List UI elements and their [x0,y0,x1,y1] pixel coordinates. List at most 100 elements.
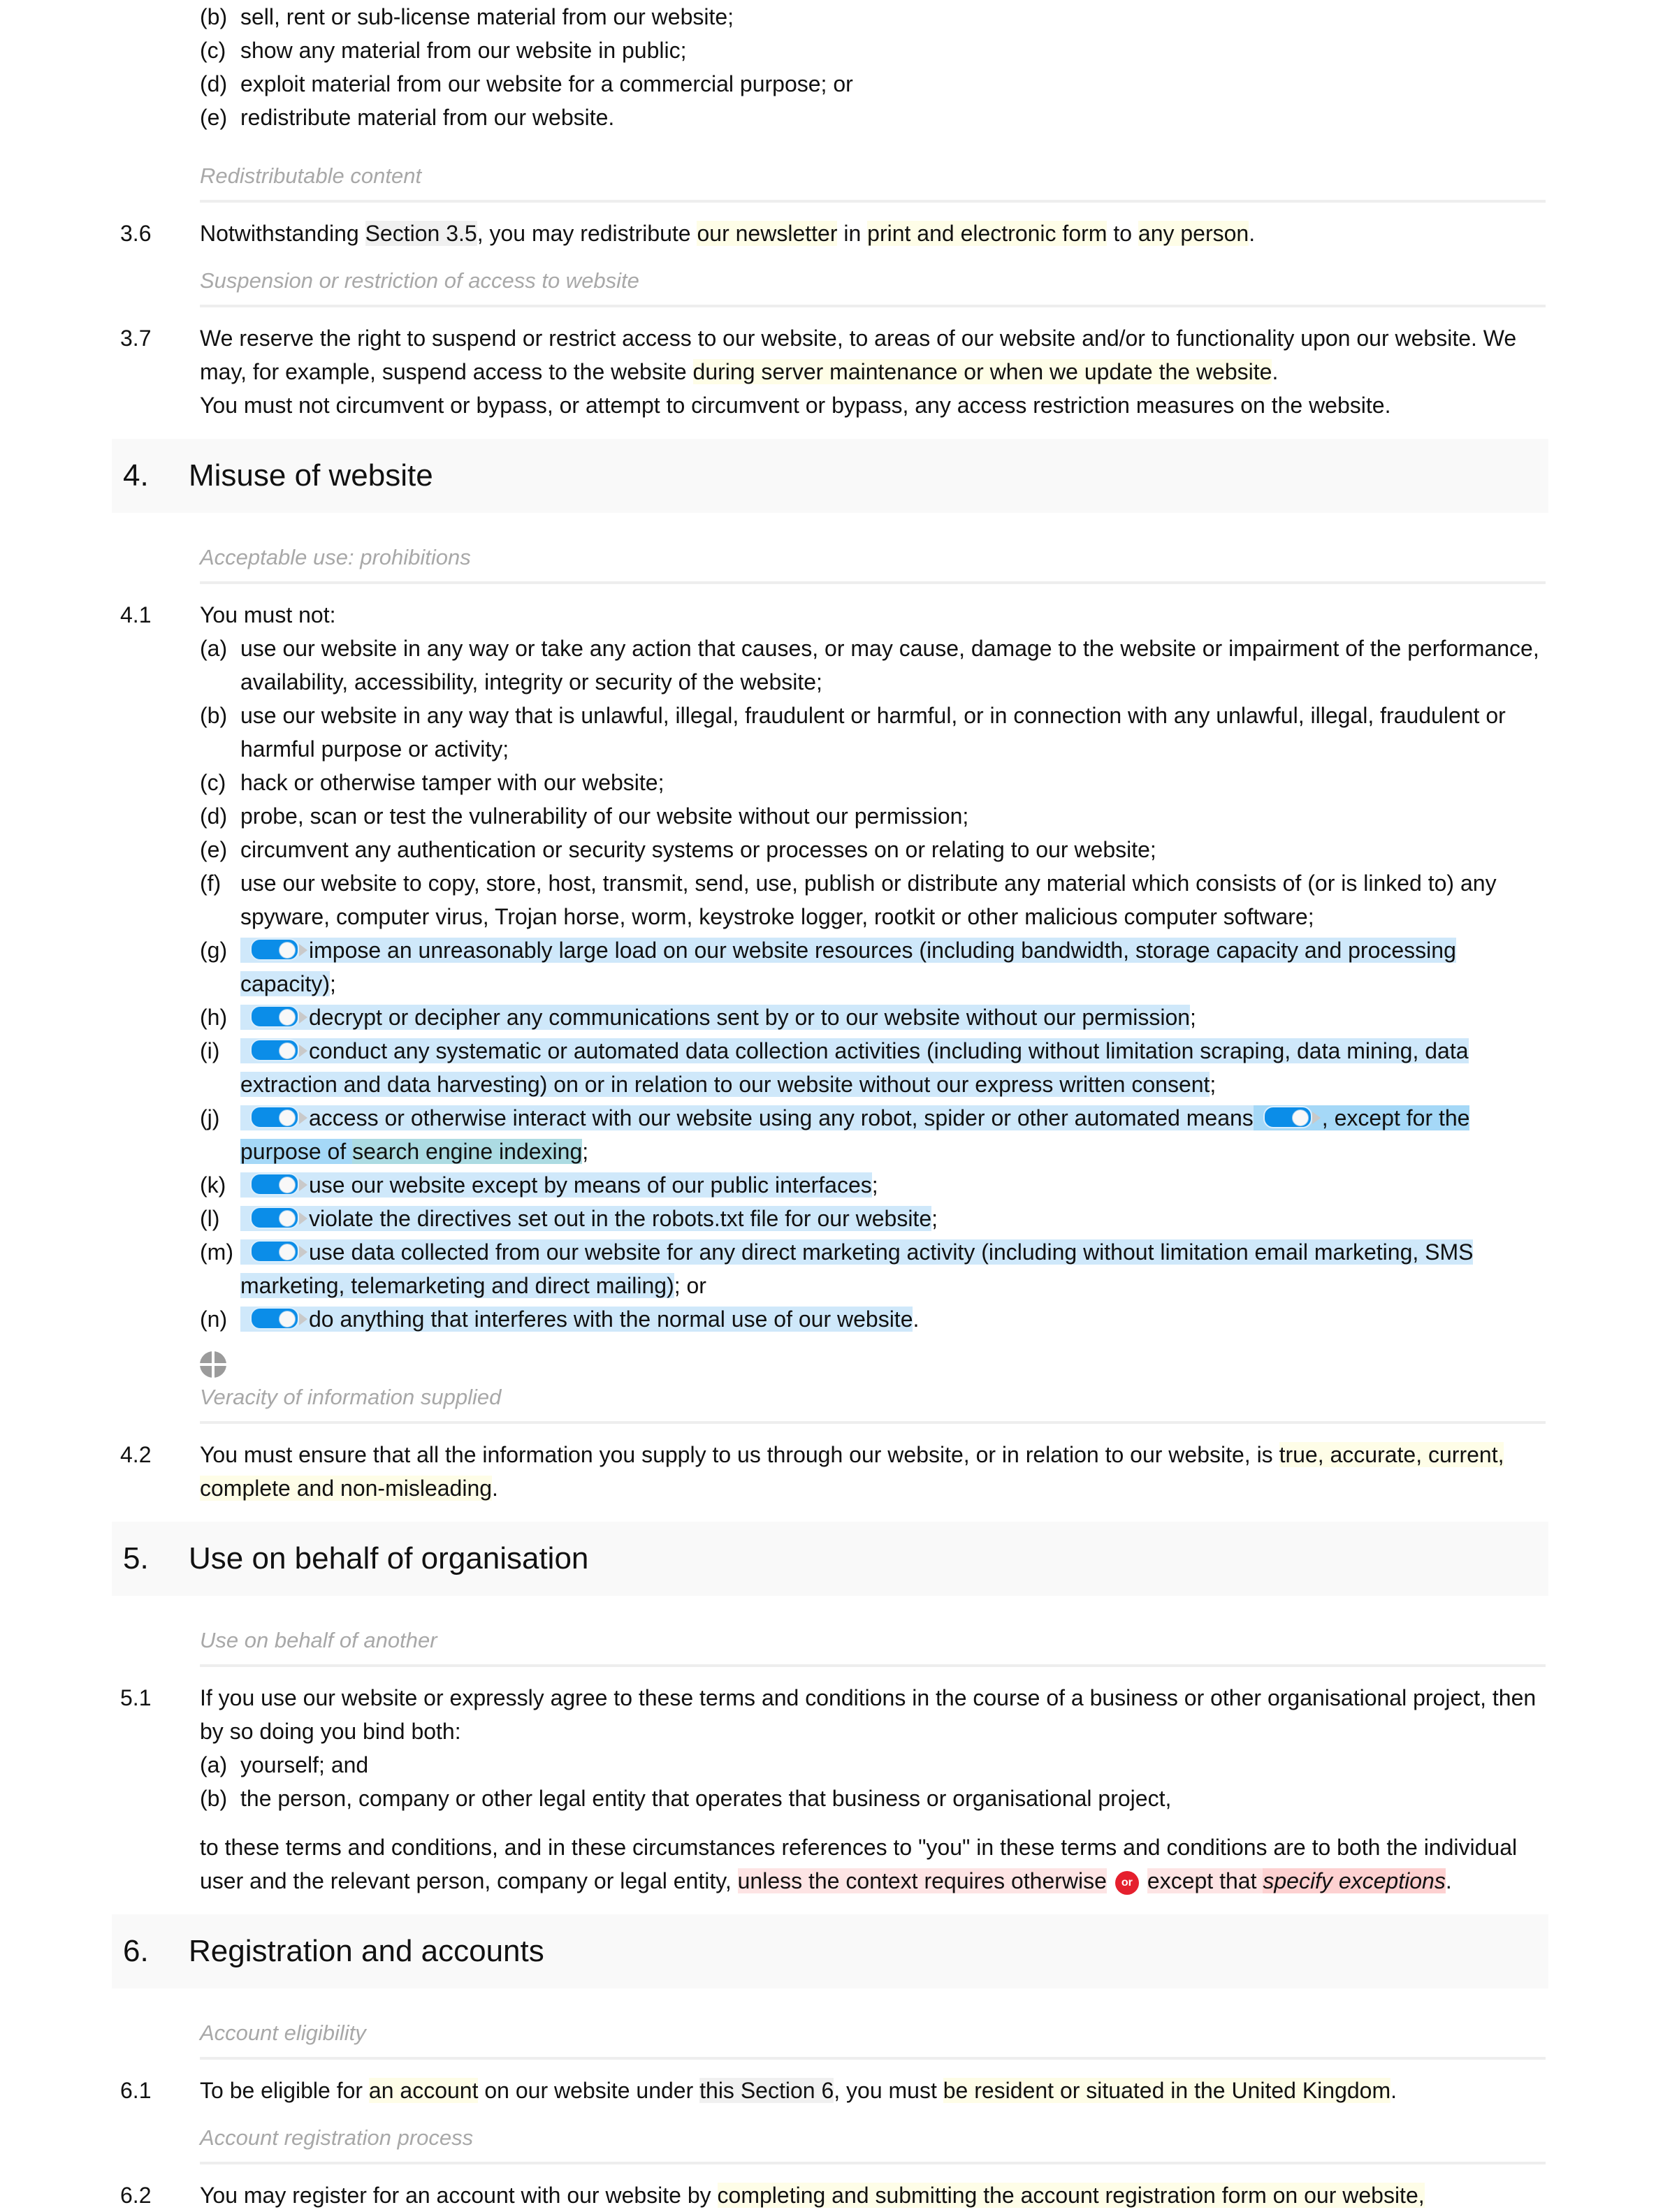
list-text: probe, scan or test the vulnerability of… [240,803,969,829]
clause-5-1: 5.1 If you use our website or expressly … [112,1681,1548,1748]
subheading-redistributable-content: Redistributable content [200,145,1546,203]
list-item: (c) hack or otherwise tamper with our web… [200,766,1548,799]
expand-arrow-icon[interactable] [299,1313,307,1325]
alternative-option-1[interactable]: unless the context requires otherwise [737,1868,1107,1893]
document-page: (b) sell, rent or sub-license material fr… [112,0,1548,2212]
list-text: the person, company or other legal entit… [240,1786,1172,1811]
clause-5-1-tail: to these terms and conditions, and in th… [112,1831,1548,1898]
toggle-switch-icon[interactable] [250,1307,299,1330]
list-item: (b) sell, rent or sub-license material fr… [200,0,1548,34]
clause-3-5-list: (b) sell, rent or sub-license material fr… [200,0,1548,134]
subheading-account-registration: Account registration process [200,2107,1546,2164]
list-text: sell, rent or sub-license material from … [240,4,734,29]
list-label: (k) [200,1172,226,1198]
clause-4-1: 4.1 You must not: [112,598,1548,632]
expand-arrow-icon[interactable] [299,1179,307,1191]
expand-arrow-icon[interactable] [299,1246,307,1258]
list-end: ; [871,1172,878,1198]
clause-text: You may register for an account with our… [200,2183,718,2208]
optional-text: use our website except by means of our p… [240,1172,872,1198]
cross-reference[interactable]: this Section 6 [699,2078,834,2103]
variable-field[interactable]: be resident or situated in the United Ki… [943,2078,1391,2103]
nested-toggle-switch-icon[interactable] [1263,1106,1312,1128]
alternative-option-2[interactable]: except that specify exceptions [1147,1868,1446,1893]
list-text: use our website in any way or take any a… [240,636,1539,694]
optional-list-item: (k) use our website except by means of ou… [200,1168,1548,1202]
clause-intro: You must not: [200,602,336,627]
list-item: (b) use our website in any way that is un… [200,699,1548,766]
toggle-switch-icon[interactable] [250,1039,299,1061]
clause-number: 6.2 [120,2183,152,2208]
list-label: (d) [200,803,228,829]
optional-text: violate the directives set out in the ro… [240,1206,932,1231]
list-label: (a) [200,636,228,661]
list-label: (f) [200,871,222,896]
variable-field[interactable]: during server maintenance or when we upd… [692,359,1272,384]
variable-field[interactable]: specify exceptions [1263,1868,1446,1893]
section-number: 4. [123,458,149,493]
expand-arrow-icon[interactable] [1312,1112,1321,1124]
toggle-switch-icon[interactable] [250,938,299,961]
clause-text: to [1107,221,1138,246]
expand-arrow-icon[interactable] [299,1112,307,1124]
list-end: ; [1210,1072,1217,1097]
toggle-switch-icon[interactable] [250,1005,299,1028]
list-label: (c) [200,770,226,795]
list-end: ; [582,1139,589,1164]
toggle-switch-icon[interactable] [250,1106,299,1128]
list-label: (l) [200,1206,220,1231]
clause-text: You must not circumvent or bypass, or at… [200,393,1391,418]
clause-number: 5.1 [120,1685,152,1710]
optional-list-item: (i) conduct any systematic or automated d… [200,1034,1548,1101]
toggle-switch-icon[interactable] [250,1240,299,1263]
clause-3-7: 3.7 We reserve the right to suspend or re… [112,321,1548,422]
variable-field[interactable]: print and electronic form [867,221,1108,246]
list-text: use our website to copy, store, host, tr… [240,871,1497,929]
clause-text: Notwithstanding [200,221,365,246]
list-label: (n) [200,1307,228,1332]
clause-6-2: 6.2 You may register for an account with … [112,2178,1548,2212]
optional-list-item: (l) violate the directives set out in the… [200,1202,1548,1235]
list-label: (b) [200,4,228,29]
clause-4-1-list: (a) use our website in any way or take an… [200,632,1548,1336]
list-label: (e) [200,105,228,130]
list-text: use data collected from our website for … [240,1239,1474,1298]
clause-intro: If you use our website or expressly agre… [200,1685,1537,1744]
or-switch-badge[interactable]: or [1114,1871,1139,1895]
toggle-switch-icon[interactable] [250,1207,299,1229]
section-heading-4: 4. Misuse of website [112,439,1548,513]
optional-list-item: (n) do anything that interferes with the … [200,1302,1548,1336]
clause-text: . [492,1476,498,1501]
section-number: 6. [123,1934,149,1968]
clause-text: , you may redistribute [477,221,697,246]
list-item: (c) show any material from our website in… [200,34,1548,67]
list-text: impose an unreasonably large load on our… [240,938,1456,996]
expand-arrow-icon[interactable] [299,1212,307,1225]
list-item: (d) exploit material from our website for… [200,67,1548,101]
list-text: use our website except by means of our p… [309,1172,872,1198]
clause-4-2: 4.2 You must ensure that all the informat… [112,1438,1548,1505]
clause-number: 4.2 [120,1442,152,1467]
expand-arrow-icon[interactable] [299,944,307,956]
alt-text: except that [1147,1868,1263,1893]
list-end: ; or [674,1273,706,1298]
subheading-acceptable-use: Acceptable use: prohibitions [200,527,1546,584]
variable-field[interactable]: search engine indexing [352,1139,583,1164]
variable-field[interactable]: completing and submitting the account re… [717,2183,1425,2208]
optional-text: impose an unreasonably large load on our… [240,938,1456,996]
expand-arrow-icon[interactable] [299,1045,307,1057]
variable-field[interactable]: an account [368,2078,479,2103]
toggle-switch-icon[interactable] [250,1173,299,1195]
list-item: (e) circumvent any authentication or secu… [200,833,1548,866]
cross-reference[interactable]: Section 3.5 [365,221,477,246]
list-text: violate the directives set out in the ro… [309,1206,932,1231]
list-label: (h) [200,1005,228,1030]
expand-arrow-icon[interactable] [299,1011,307,1024]
optional-text: do anything that interferes with the nor… [240,1307,913,1332]
variable-field[interactable]: our newsletter [697,221,838,246]
variable-field[interactable]: any person [1138,221,1249,246]
section-title: Misuse of website [189,458,433,493]
add-clause-crosshair-icon[interactable] [200,1351,226,1378]
list-label: (a) [200,1752,228,1777]
list-end: ; [330,971,336,996]
